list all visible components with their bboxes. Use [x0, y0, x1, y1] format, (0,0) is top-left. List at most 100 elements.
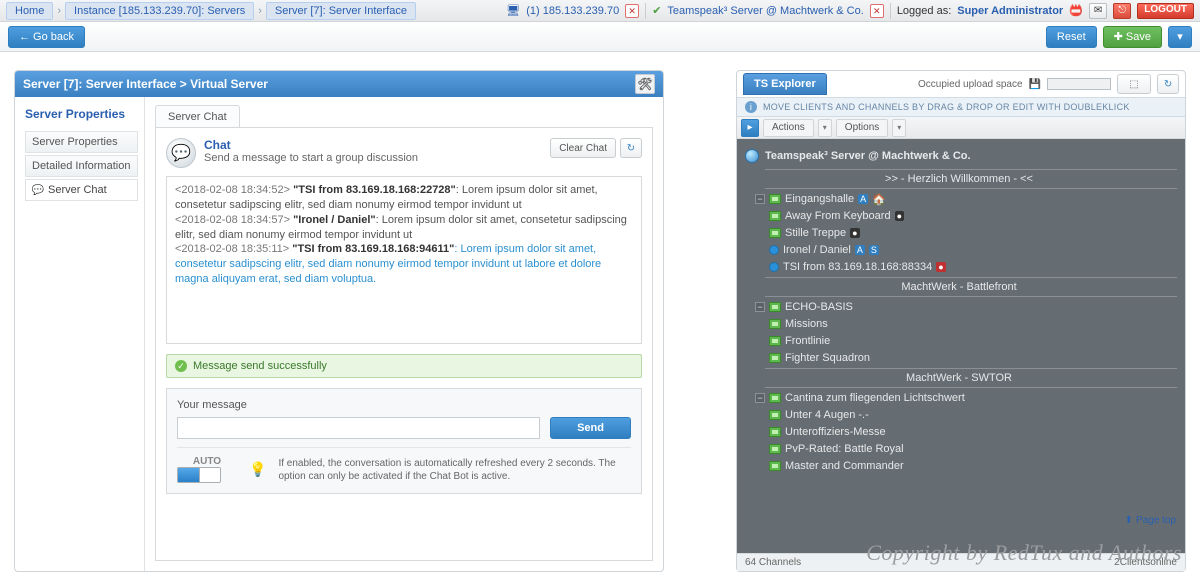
- chat-ts: <2018-02-08 18:34:57>: [175, 214, 290, 226]
- chevron-right-icon: ›: [55, 2, 63, 20]
- breadcrumb-home[interactable]: Home: [6, 2, 53, 20]
- channel-icon: [769, 302, 781, 312]
- tree-channel-eingangshalle[interactable]: − Eingangshalle A 🏠: [755, 191, 1177, 207]
- tree-channel-frontlinie[interactable]: Frontlinie: [769, 333, 1177, 349]
- toolbar-extra-button[interactable]: ▾: [1168, 26, 1192, 48]
- sidebar-heading: Server Properties: [25, 107, 138, 121]
- sidebar-item-detailed-info[interactable]: Detailed Information: [25, 155, 138, 177]
- tree-client-tsi[interactable]: TSI from 83.169.18.168:88334 ●: [769, 259, 1177, 275]
- breadcrumb-instance[interactable]: Instance [185.133.239.70]: Servers: [65, 2, 254, 20]
- info-bar: i MOVE CLIENTS AND CHANNELS BY DRAG & DR…: [737, 97, 1185, 117]
- divider: [890, 3, 891, 19]
- home-icon: 🏠: [872, 193, 886, 206]
- toolbar: ← Go back Reset ✚ Save ▾: [0, 22, 1200, 52]
- channel-icon: [769, 228, 781, 238]
- page-top-link[interactable]: ⬆ Page top: [1125, 515, 1176, 526]
- lightbulb-icon: 💡: [249, 461, 266, 478]
- divider: [645, 3, 646, 19]
- notice-text: Message send successfully: [193, 360, 327, 372]
- reset-button[interactable]: Reset: [1046, 26, 1097, 48]
- sidebar: Server Properties Server Properties Deta…: [15, 97, 145, 571]
- channel-icon: [769, 211, 781, 221]
- auto-toggle[interactable]: [177, 467, 221, 483]
- auto-label: AUTO: [177, 456, 237, 467]
- chat-who: "TSI from 83.169.18.168:22728": [293, 184, 456, 196]
- message-input[interactable]: [177, 417, 540, 439]
- tree-channel-pvp[interactable]: PvP-Rated: Battle Royal: [769, 441, 1177, 457]
- tree-channel-missions[interactable]: Missions: [769, 316, 1177, 332]
- topbar-right: 🖥 (1) 185.133.239.70 ✕ ✔ Teamspeak³ Serv…: [506, 3, 1194, 19]
- tabbar: Server Chat: [155, 105, 653, 128]
- server-icon: 🖥: [506, 4, 520, 17]
- action-primary-button[interactable]: ▸: [741, 119, 759, 137]
- sidebar-item-label: Server Chat: [48, 184, 107, 196]
- success-notice: ✓ Message send successfully: [166, 354, 642, 378]
- tree-channel-echo[interactable]: − ECHO-BASIS: [755, 299, 1177, 315]
- actions-dropdown[interactable]: Actions: [763, 119, 814, 137]
- chat-bubble-icon: 💬: [166, 138, 196, 168]
- connection-label[interactable]: (1) 185.133.239.70: [526, 5, 619, 17]
- tree-channel-cantina[interactable]: − Cantina zum fliegenden Lichtschwert: [755, 390, 1177, 406]
- ts-server-link[interactable]: Teamspeak³ Server @ Machtwerk & Co.: [667, 5, 863, 17]
- badge-red: ●: [936, 262, 945, 272]
- mail-button[interactable]: ✉: [1089, 3, 1107, 19]
- upload-progress: [1047, 78, 1111, 90]
- chat-who: "TSI from 83.169.18.168:94611": [292, 243, 454, 255]
- channel-count: 64 Channels: [745, 557, 801, 568]
- channel-icon: [769, 319, 781, 329]
- chat-ts: <2018-02-08 18:34:52>: [175, 184, 290, 196]
- options-chevron-icon[interactable]: ▾: [892, 119, 906, 137]
- info-icon: i: [745, 101, 757, 113]
- close-ts-button[interactable]: ✕: [870, 4, 884, 18]
- channel-icon: [769, 461, 781, 471]
- send-button[interactable]: Send: [550, 417, 631, 439]
- main: Server [7]: Server Interface > Virtual S…: [0, 52, 1200, 572]
- tab-server-chat[interactable]: Server Chat: [155, 105, 240, 127]
- tree-channel-fighter[interactable]: Fighter Squadron: [769, 350, 1177, 366]
- power-button[interactable]: ⎋: [1113, 3, 1131, 19]
- actions-chevron-icon[interactable]: ▾: [818, 119, 832, 137]
- collapse-icon[interactable]: −: [755, 302, 765, 312]
- save-button[interactable]: ✚ Save: [1103, 26, 1162, 48]
- upload-space-label: Occupied upload space: [918, 79, 1023, 90]
- refresh-chat-button[interactable]: ↻: [620, 138, 642, 158]
- your-message-label: Your message: [177, 399, 631, 411]
- tree-channel-afk[interactable]: Away From Keyboard ●: [769, 208, 1177, 224]
- clear-chat-button[interactable]: Clear Chat: [550, 138, 616, 158]
- panel-server-interface: Server [7]: Server Interface > Virtual S…: [14, 70, 664, 572]
- options-dropdown[interactable]: Options: [836, 119, 888, 137]
- sidebar-item-server-properties[interactable]: Server Properties: [25, 131, 138, 153]
- collapse-icon[interactable]: −: [755, 393, 765, 403]
- goback-button[interactable]: ← Go back: [8, 26, 85, 48]
- channel-tree[interactable]: Teamspeak³ Server @ Machtwerk & Co. >> -…: [737, 139, 1185, 553]
- ts-refresh-button[interactable]: ↻: [1157, 74, 1179, 94]
- ts-explorer-tab[interactable]: TS Explorer: [743, 73, 827, 95]
- breadcrumb-server[interactable]: Server [7]: Server Interface: [266, 2, 416, 20]
- tree-channel-master[interactable]: Master and Commander: [769, 458, 1177, 474]
- ts-toolbar-button[interactable]: ⬚: [1117, 74, 1151, 94]
- tree-root[interactable]: Teamspeak³ Server @ Machtwerk & Co.: [745, 149, 1177, 163]
- idcard-icon: 📛: [1069, 4, 1083, 17]
- tree-channel-unteroff[interactable]: Unteroffiziers-Messe: [769, 424, 1177, 440]
- panel-header: Server [7]: Server Interface > Virtual S…: [15, 71, 663, 97]
- badge-s: S: [869, 245, 879, 255]
- chat-log[interactable]: <2018-02-08 18:34:52> "TSI from 83.169.1…: [166, 176, 642, 344]
- channel-icon: [769, 444, 781, 454]
- check-icon: ✓: [175, 360, 187, 372]
- collapse-icon[interactable]: −: [755, 194, 765, 204]
- wrench-icon[interactable]: 🛠: [635, 74, 655, 94]
- channel-icon: [769, 194, 781, 204]
- tree-client-ironel[interactable]: Ironel / Daniel A S: [769, 242, 1177, 258]
- tree-channel-stille[interactable]: Stille Treppe ●: [769, 225, 1177, 241]
- badge-mod: ●: [895, 211, 904, 221]
- current-user[interactable]: Super Administrator: [957, 5, 1063, 17]
- channel-icon: [769, 427, 781, 437]
- tree-channel-unter4[interactable]: Unter 4 Augen -.-: [769, 407, 1177, 423]
- sidebar-item-server-chat[interactable]: 💬 Server Chat: [25, 179, 138, 201]
- chevron-right-icon: ›: [256, 2, 264, 20]
- spacer-swtor: MachtWerk - SWTOR: [741, 372, 1177, 384]
- channel-icon: [769, 336, 781, 346]
- spacer-welcome: >> - Herzlich Willkommen - <<: [741, 173, 1177, 185]
- logout-button[interactable]: LOGOUT: [1137, 3, 1194, 19]
- close-connection-button[interactable]: ✕: [625, 4, 639, 18]
